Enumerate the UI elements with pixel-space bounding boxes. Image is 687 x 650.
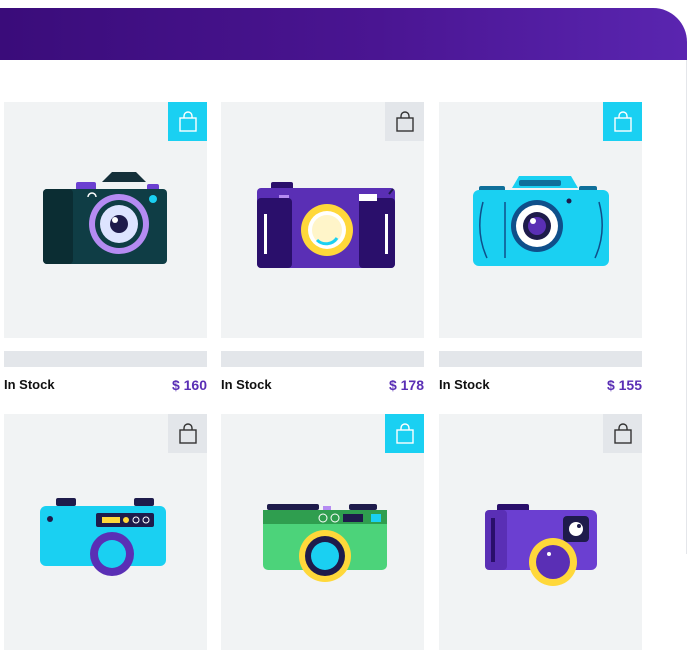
- product-image[interactable]: [4, 102, 207, 338]
- product-title-placeholder: [221, 351, 424, 367]
- product-title-placeholder: [4, 351, 207, 367]
- product-title-placeholder: [439, 351, 642, 367]
- stock-status: In Stock: [4, 377, 55, 392]
- add-to-bag-button[interactable]: [168, 414, 207, 453]
- shopping-bag-icon: [613, 110, 632, 132]
- stock-status: In Stock: [439, 377, 490, 392]
- add-to-bag-button[interactable]: [603, 102, 642, 141]
- product-image[interactable]: [221, 414, 424, 650]
- add-to-bag-button[interactable]: [385, 414, 424, 453]
- stock-status: In Stock: [221, 377, 272, 392]
- panel-border: [677, 60, 687, 554]
- shopping-bag-icon: [613, 422, 632, 444]
- product-price: $ 160: [171, 377, 207, 393]
- product-price: $ 178: [388, 377, 424, 393]
- product-image[interactable]: [221, 102, 424, 338]
- product-image[interactable]: [4, 414, 207, 650]
- shopping-bag-icon: [395, 422, 414, 444]
- shopping-bag-icon: [178, 110, 197, 132]
- product-price: $ 155: [606, 377, 642, 393]
- shopping-bag-icon: [178, 422, 197, 444]
- shopping-bag-icon: [395, 110, 414, 132]
- add-to-bag-button[interactable]: [603, 414, 642, 453]
- product-image[interactable]: [439, 414, 642, 650]
- add-to-bag-button[interactable]: [168, 102, 207, 141]
- header-banner: [0, 8, 687, 60]
- product-image[interactable]: [439, 102, 642, 338]
- add-to-bag-button[interactable]: [385, 102, 424, 141]
